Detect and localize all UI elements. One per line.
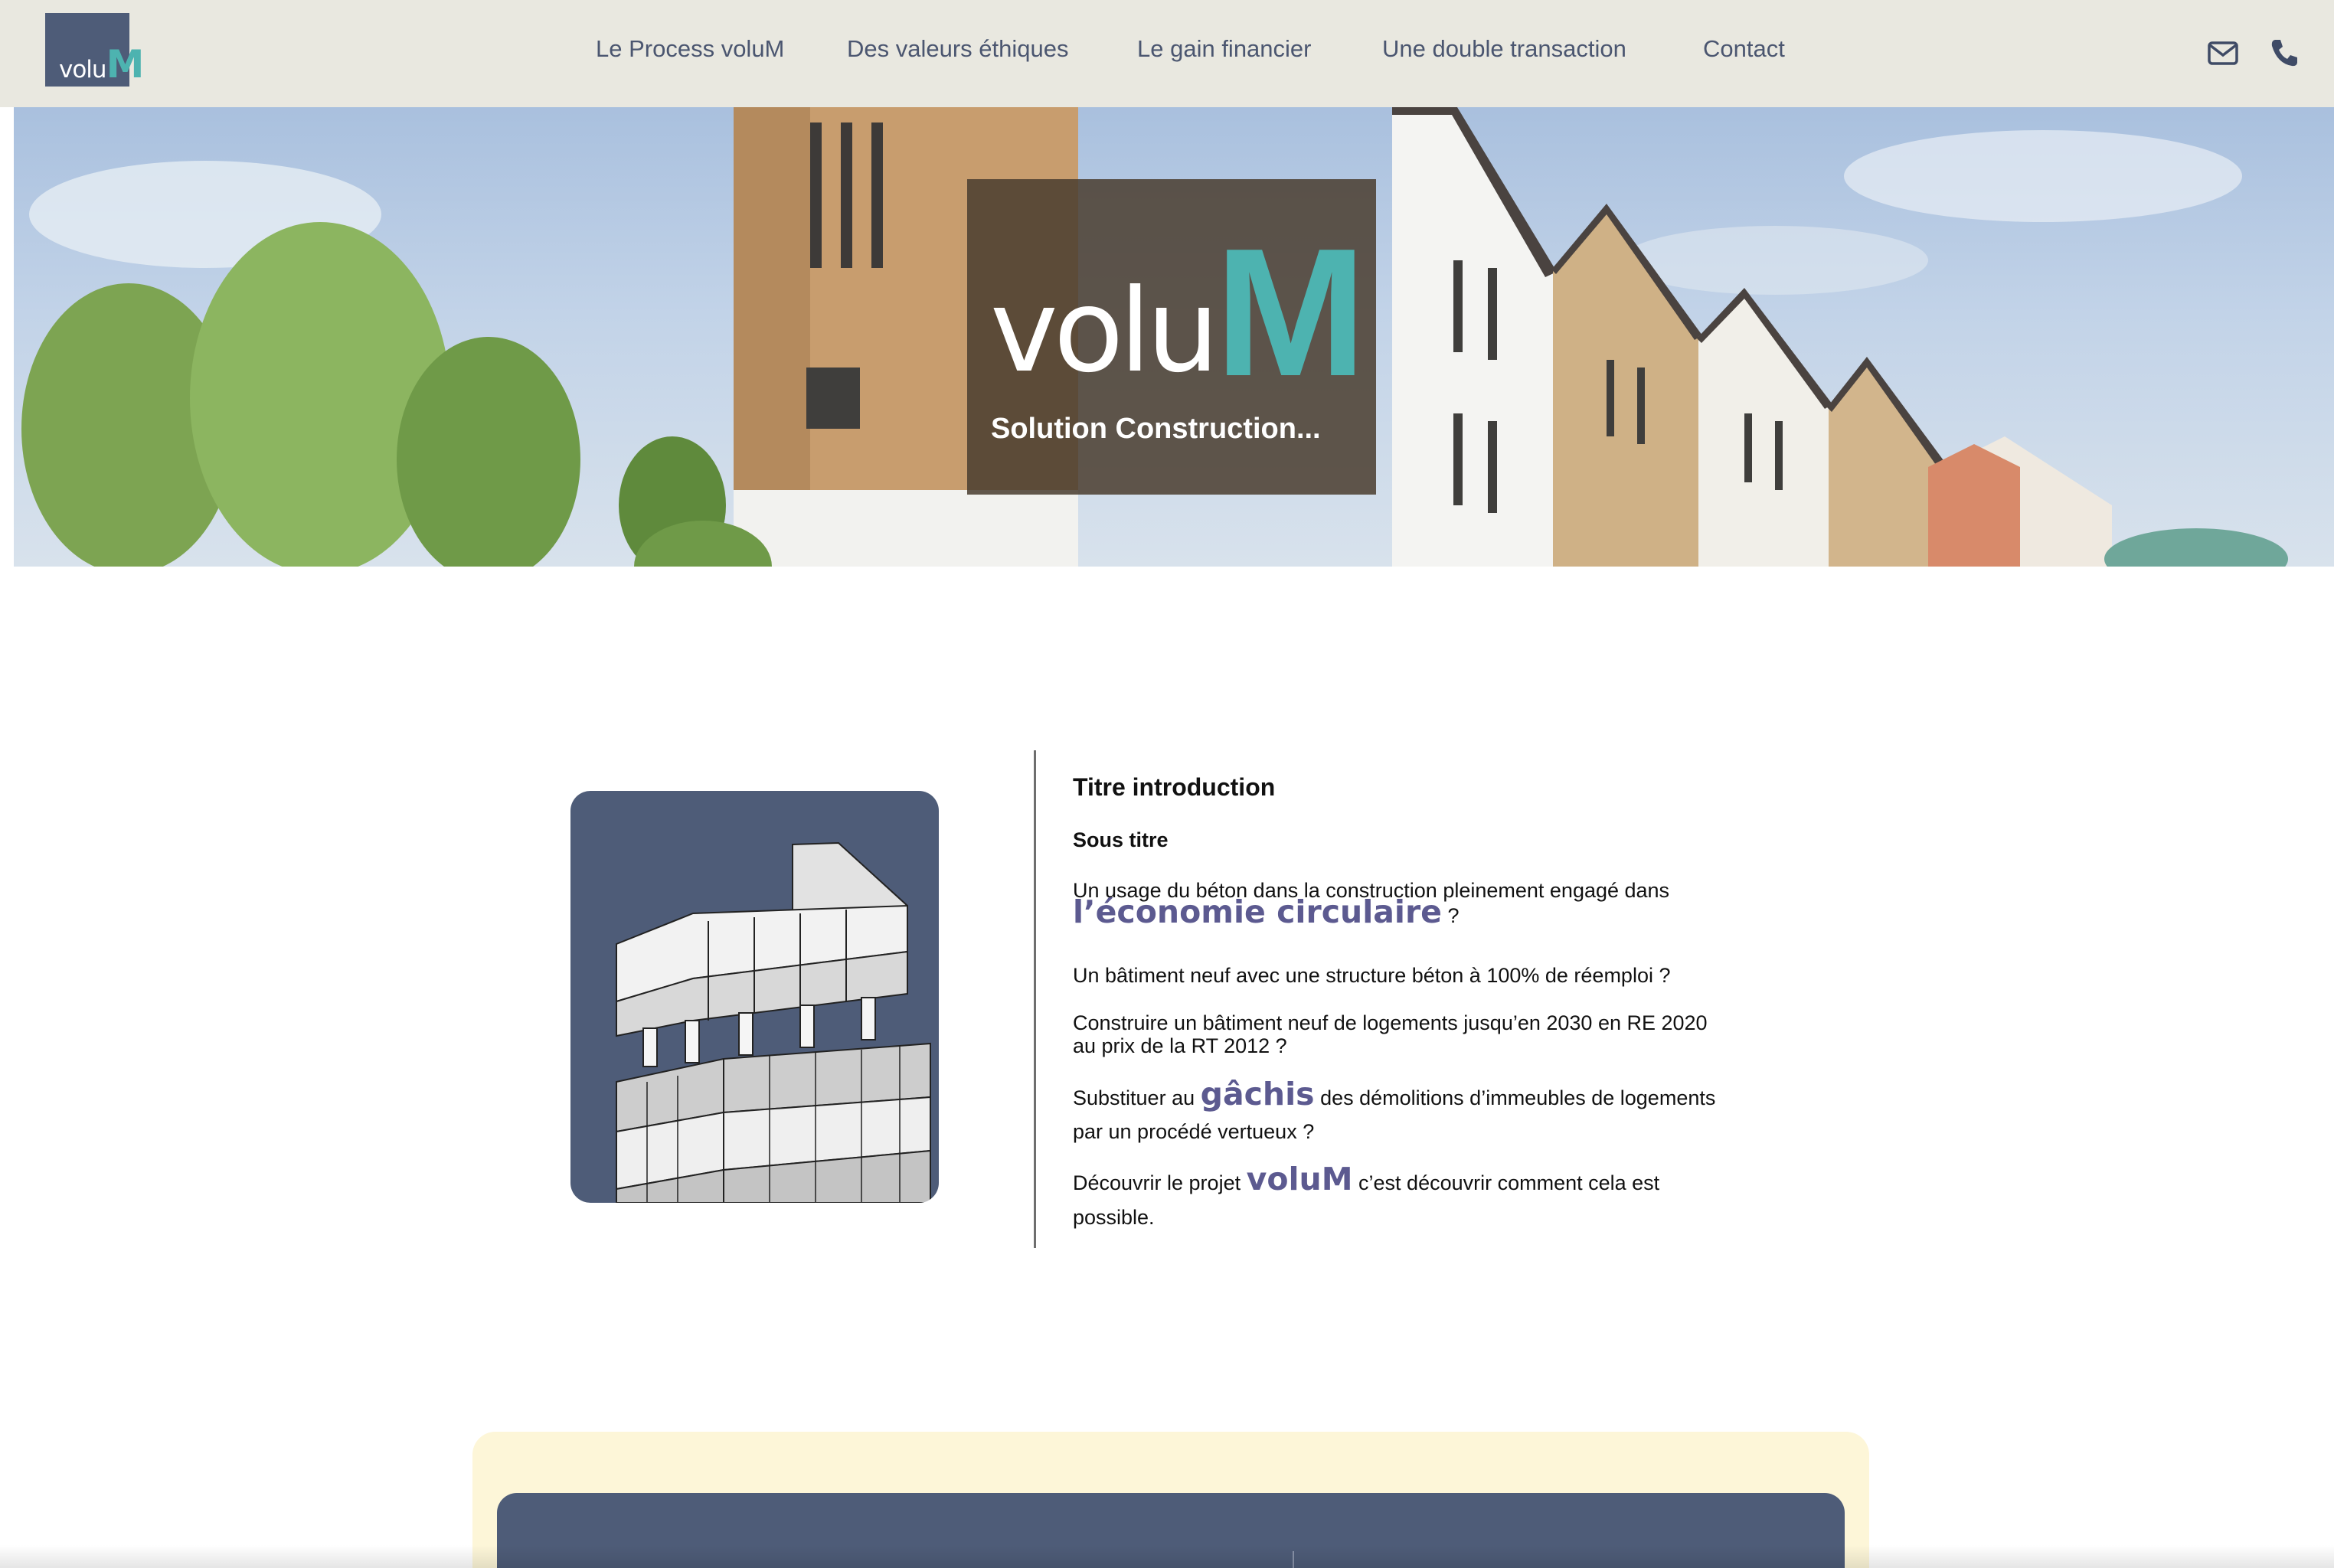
intro-divider xyxy=(1034,750,1036,1248)
hero-subtitle: Solution Construction... xyxy=(991,413,1321,445)
main-nav: Le Process voluM Des valeurs éthiques Le… xyxy=(0,0,2334,107)
modular-building-illustration xyxy=(570,791,939,1203)
intro-p4-line2: par un procédé vertueux ? xyxy=(1073,1120,1315,1143)
nav-item-valeurs[interactable]: Des valeurs éthiques xyxy=(847,35,1069,63)
intro-p1-line2: l’économie circulaire ? xyxy=(1073,893,1460,930)
intro-p5-line2: possible. xyxy=(1073,1206,1155,1229)
intro-p2: Un bâtiment neuf avec une structure béto… xyxy=(1073,964,1671,987)
intro-p3-line2: au prix de la RT 2012 ? xyxy=(1073,1034,1287,1057)
highlight-gachis: gâchis xyxy=(1200,1076,1315,1112)
nav-item-gain[interactable]: Le gain financier xyxy=(1137,35,1312,63)
intro-p5-line1: Découvrir le projet voluM c’est découvri… xyxy=(1073,1161,1660,1197)
hero-logo: voluM xyxy=(990,211,1367,414)
mail-icon[interactable] xyxy=(2207,37,2239,69)
site-header: voluM Le Process voluM Des valeurs éthiq… xyxy=(0,0,2334,107)
intro-title: Titre introduction xyxy=(1073,773,1276,801)
bottom-shadow xyxy=(0,1545,2334,1568)
intro-p4-line1: Substituer au gâchis des démolitions d’i… xyxy=(1073,1076,1716,1112)
hero-brand-card: voluM Solution Construction... xyxy=(967,179,1376,495)
phone-icon[interactable] xyxy=(2268,37,2300,69)
highlight-volum: voluM xyxy=(1246,1161,1353,1197)
hero-banner: voluM Solution Construction... xyxy=(14,107,2334,567)
intro-subtitle: Sous titre xyxy=(1073,828,1169,851)
nav-item-contact[interactable]: Contact xyxy=(1703,35,1785,63)
nav-item-process[interactable]: Le Process voluM xyxy=(596,35,784,63)
stacked-modules-image xyxy=(616,841,931,1203)
nav-item-transaction[interactable]: Une double transaction xyxy=(1382,35,1626,63)
intro-p3-line1: Construire un bâtiment neuf de logements… xyxy=(1073,1011,1708,1034)
highlight-economie-circulaire: l’économie circulaire xyxy=(1073,893,1442,930)
